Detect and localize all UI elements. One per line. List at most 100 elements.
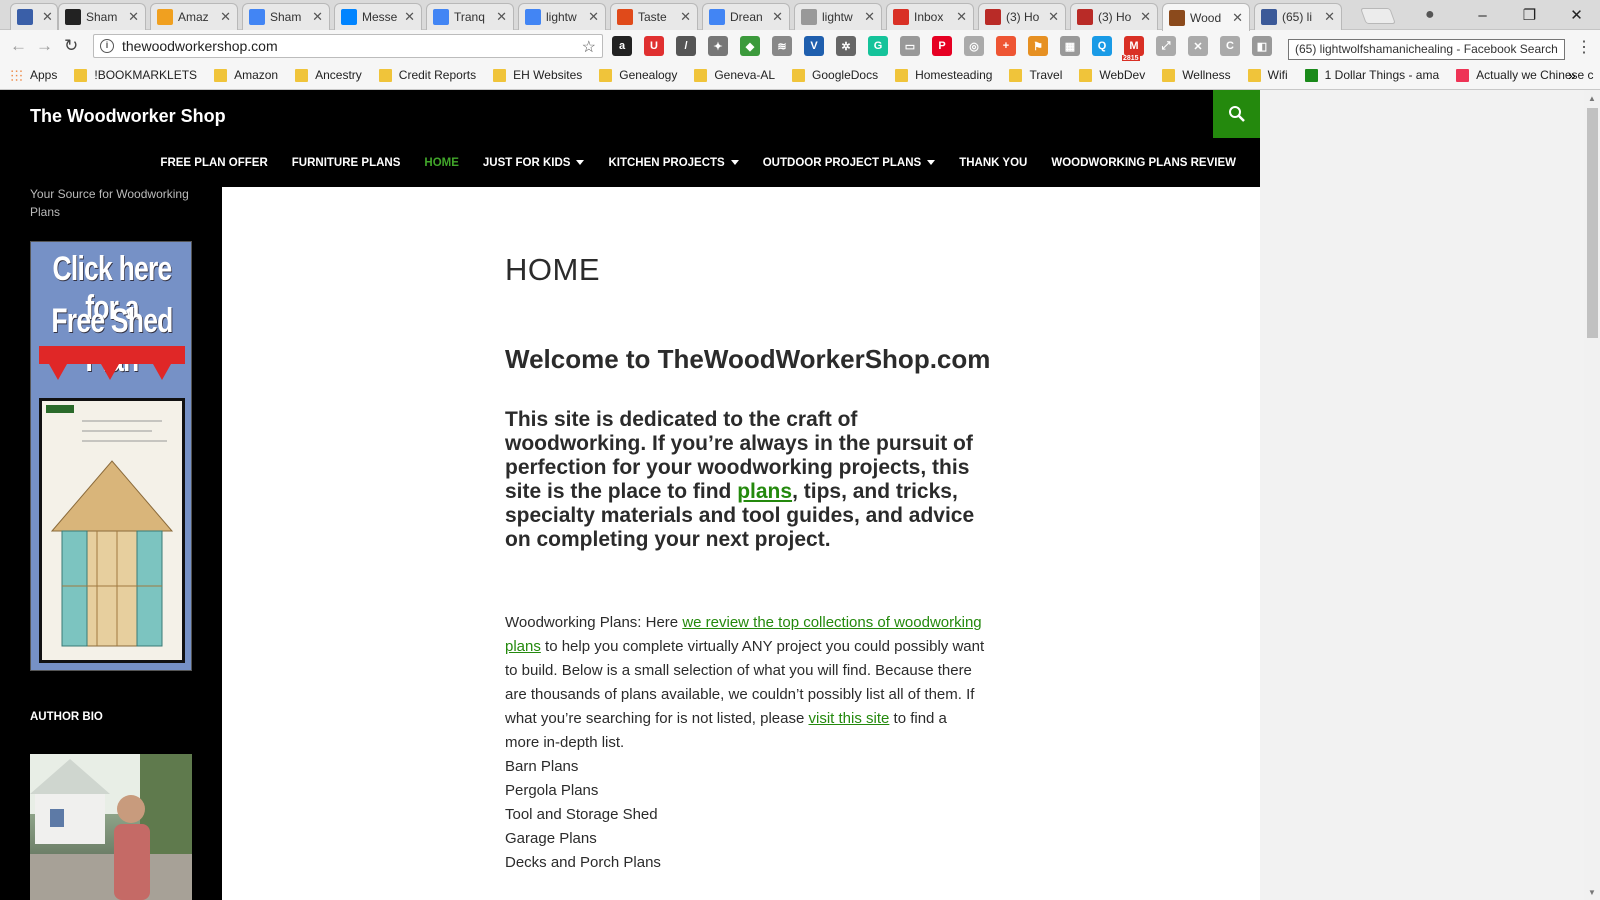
- restore-icon[interactable]: ❐: [1506, 6, 1553, 24]
- close-window-icon[interactable]: ✕: [1553, 6, 1600, 24]
- tab[interactable]: Tranq ✕: [426, 3, 514, 30]
- nav-item[interactable]: KITCHEN PROJECTS: [596, 157, 750, 169]
- extension-glyph: M: [1129, 40, 1139, 52]
- nav-item[interactable]: HOME: [412, 157, 471, 169]
- tab-close-icon[interactable]: ✕: [42, 9, 53, 25]
- tab-close-icon[interactable]: ✕: [404, 9, 415, 25]
- shield-ext-icon[interactable]: ◆: [740, 36, 760, 56]
- profile-icon[interactable]: ●: [1425, 6, 1435, 24]
- visit-this-site-link[interactable]: visit this site: [809, 710, 890, 727]
- v-ext-icon[interactable]: V: [804, 36, 824, 56]
- new-tab-button[interactable]: [1360, 8, 1396, 24]
- tab-close-icon[interactable]: ✕: [312, 9, 323, 25]
- bookmark-item[interactable]: GoogleDocs: [792, 68, 878, 82]
- tab-close-icon[interactable]: ✕: [588, 9, 599, 25]
- nav-item[interactable]: WOODWORKING PLANS REVIEW: [1039, 157, 1248, 169]
- tab[interactable]: lightw ✕: [518, 3, 606, 30]
- info-icon[interactable]: i: [100, 39, 114, 53]
- tab[interactable]: Messe ✕: [334, 3, 422, 30]
- nav-item[interactable]: OUTDOOR PROJECT PLANS: [751, 157, 947, 169]
- bookmark-item[interactable]: Wifi: [1247, 68, 1288, 82]
- bookmark-label: Wellness: [1182, 68, 1231, 82]
- tab[interactable]: (3) Ho ✕: [978, 3, 1066, 30]
- nav-item[interactable]: FURNITURE PLANS: [280, 157, 413, 169]
- bookmark-item[interactable]: !BOOKMARKLETS: [74, 68, 197, 82]
- bookmark-item[interactable]: Homesteading: [895, 68, 992, 82]
- tab[interactable]: (3) Ho ✕: [1070, 3, 1158, 30]
- tab[interactable]: (65) li ✕: [1254, 3, 1342, 30]
- tab-close-icon[interactable]: ✕: [220, 9, 231, 25]
- minimize-icon[interactable]: –: [1459, 7, 1506, 24]
- bookmark-item[interactable]: EH Websites: [493, 68, 582, 82]
- tab[interactable]: Taste ✕: [610, 3, 698, 30]
- tab[interactable]: Wood ✕: [1162, 3, 1250, 31]
- mail-ext-icon[interactable]: M 2815: [1122, 36, 1144, 62]
- tab-close-icon[interactable]: ✕: [496, 9, 507, 25]
- back-icon[interactable]: ←: [10, 36, 27, 56]
- reload-icon[interactable]: ↻: [64, 36, 78, 56]
- folder-icon: [295, 68, 309, 82]
- scrollbar-thumb[interactable]: [1587, 108, 1598, 338]
- tab-close-icon[interactable]: ✕: [680, 9, 691, 25]
- c-ext-icon[interactable]: C: [1220, 36, 1240, 56]
- tab-close-icon[interactable]: ✕: [128, 9, 139, 25]
- flag-ext-icon[interactable]: ⚑: [1028, 36, 1048, 56]
- bookmark-label: WebDev: [1099, 68, 1146, 82]
- leaf-ext-icon[interactable]: ⤢: [1156, 36, 1176, 56]
- tab[interactable]: ✕: [10, 3, 58, 30]
- bookmarks-overflow-icon[interactable]: »: [1568, 67, 1590, 83]
- pinterest-ext-icon[interactable]: P: [932, 36, 952, 56]
- plans-link[interactable]: plans: [737, 480, 792, 503]
- bookmark-item[interactable]: Amazon: [214, 68, 278, 82]
- signal-ext-icon[interactable]: ≋: [772, 36, 792, 56]
- bookmark-item[interactable]: Geneva-AL: [694, 68, 775, 82]
- bookmark-item[interactable]: 1 Dollar Things - ama: [1304, 68, 1439, 82]
- tab-close-icon[interactable]: ✕: [772, 9, 783, 25]
- screen-ext-icon[interactable]: ▭: [900, 36, 920, 56]
- tab-close-icon[interactable]: ✕: [1048, 9, 1059, 25]
- bookmark-item[interactable]: Ancestry: [295, 68, 362, 82]
- scroll-down-icon[interactable]: ▼: [1588, 888, 1596, 897]
- tab[interactable]: Sham ✕: [58, 3, 146, 30]
- puzzle-ext-icon[interactable]: ✦: [708, 36, 728, 56]
- site-title[interactable]: The Woodworker Shop: [30, 106, 226, 127]
- gear-ext-icon[interactable]: ✲: [836, 36, 856, 56]
- panel-ext-icon[interactable]: ◧: [1252, 36, 1272, 56]
- magnet-ext-icon[interactable]: U: [644, 36, 664, 56]
- address-bar[interactable]: i thewoodworkershop.com ☆: [93, 34, 603, 58]
- tab[interactable]: Drean ✕: [702, 3, 790, 30]
- tab-close-icon[interactable]: ✕: [1324, 9, 1335, 25]
- tab[interactable]: Sham ✕: [242, 3, 330, 30]
- nav-item[interactable]: JUST FOR KIDS: [471, 157, 597, 169]
- nav-item[interactable]: FREE PLAN OFFER: [148, 157, 279, 169]
- bookmark-item[interactable]: Travel: [1009, 68, 1062, 82]
- search-toggle-button[interactable]: [1213, 90, 1260, 138]
- forward-icon[interactable]: →: [36, 36, 53, 56]
- tab[interactable]: Inbox ✕: [886, 3, 974, 30]
- url-text[interactable]: thewoodworkershop.com: [122, 38, 278, 54]
- bookmark-item[interactable]: Credit Reports: [378, 68, 476, 82]
- plus-ext-icon[interactable]: +: [996, 36, 1016, 56]
- grid-ext-icon[interactable]: ▦: [1060, 36, 1080, 56]
- scroll-up-icon[interactable]: ▲: [1588, 94, 1596, 103]
- bookmark-item[interactable]: Apps: [10, 68, 57, 82]
- tab[interactable]: lightw ✕: [794, 3, 882, 30]
- search-ext-icon[interactable]: Q: [1092, 36, 1112, 56]
- circle-ext-icon[interactable]: ◎: [964, 36, 984, 56]
- tab-close-icon[interactable]: ✕: [1140, 9, 1151, 25]
- nav-item[interactable]: THANK YOU: [947, 157, 1039, 169]
- tab[interactable]: Amaz ✕: [150, 3, 238, 30]
- amazon-ext-icon[interactable]: a: [612, 36, 632, 56]
- eyedropper-ext-icon[interactable]: /: [676, 36, 696, 56]
- menu-icon[interactable]: ⋮: [1576, 37, 1592, 57]
- bookmark-item[interactable]: Genealogy: [599, 68, 677, 82]
- free-shed-plan-banner[interactable]: Click here for a Free Shed Plan: [30, 241, 192, 671]
- grammarly-ext-icon[interactable]: G: [868, 36, 888, 56]
- bookmark-star-icon[interactable]: ☆: [582, 37, 596, 57]
- tab-close-icon[interactable]: ✕: [956, 9, 967, 25]
- x-ext-icon[interactable]: ✕: [1188, 36, 1208, 56]
- bookmark-item[interactable]: WebDev: [1079, 68, 1145, 82]
- bookmark-item[interactable]: Wellness: [1162, 68, 1231, 82]
- tab-close-icon[interactable]: ✕: [1232, 10, 1243, 26]
- tab-close-icon[interactable]: ✕: [864, 9, 875, 25]
